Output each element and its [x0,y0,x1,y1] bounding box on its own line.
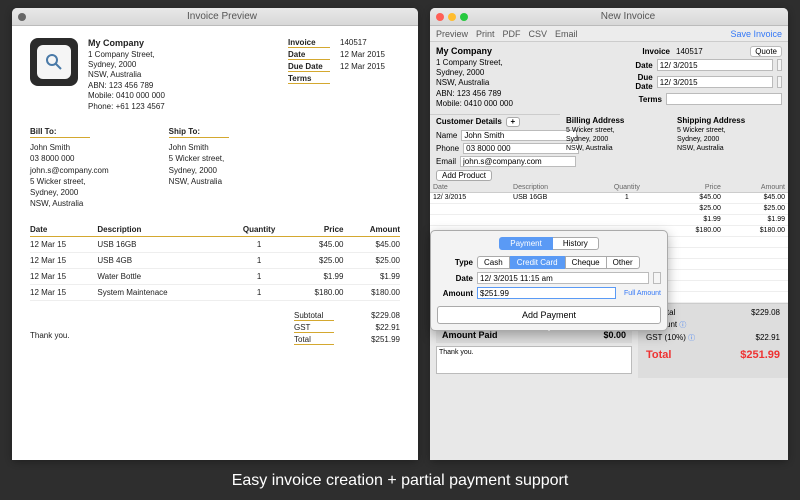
newinv-title: New Invoice [468,11,788,22]
due-stepper[interactable] [777,76,782,88]
toolbar-csv[interactable]: CSV [529,29,548,39]
full-amount-link[interactable]: Full Amount [624,290,661,297]
payment-date-input[interactable] [477,272,649,284]
company-block: My Company 1 Company Street, Sydney, 200… [88,38,165,112]
preview-totals: Subtotal$229.08 GST$22.91 Total$251.99 [294,311,400,347]
toolbar-pdf[interactable]: PDF [503,29,521,39]
type-other[interactable]: Other [607,256,640,269]
terms-input[interactable] [666,93,782,105]
toolbar-print[interactable]: Print [476,29,495,39]
info-icon[interactable]: ⓘ [688,335,695,342]
table-row[interactable]: $1.99$1.99 [430,214,788,225]
minimize-icon[interactable] [448,13,456,21]
newinv-titlebar[interactable]: New Invoice [430,8,788,26]
table-row: 12 Mar 15USB 16GB1$45.00$45.00 [30,237,400,253]
toolbar-preview[interactable]: Preview [436,29,468,39]
billing-address: Billing Address5 Wicker street,Sydney, 2… [566,116,671,168]
tab-history[interactable]: History [553,237,599,250]
customer-email-input[interactable] [460,156,576,167]
zoom-icon[interactable] [460,13,468,21]
date-input[interactable] [657,59,773,71]
table-row: 12 Mar 15System Maintenace1$180.00$180.0… [30,285,400,301]
notes-textarea[interactable]: Thank you. [436,346,632,374]
customer-details-header: Customer Details [436,117,502,126]
payment-amount-input[interactable] [477,287,616,299]
type-credit-card[interactable]: Credit Card [510,256,565,269]
invoice-preview-window: Invoice Preview My Company 1 Company Str… [12,8,418,460]
add-payment-button[interactable]: Add Payment [437,306,661,324]
info-icon[interactable]: ⓘ [679,322,686,329]
close-icon[interactable] [436,13,444,21]
bill-to: Bill To: John Smith 03 8000 000 john.s@c… [30,126,109,209]
add-customer-button[interactable]: + [506,117,520,127]
payment-popover: Payment History Type Cash Credit Card Ch… [430,230,668,331]
newinv-toolbar: Preview Print PDF CSV Email Save Invoice [430,26,788,42]
preview-content: My Company 1 Company Street, Sydney, 200… [12,26,418,460]
close-icon[interactable] [18,13,26,21]
toolbar-email[interactable]: Email [555,29,578,39]
table-row[interactable]: $25.00$25.00 [430,203,788,214]
invoice-meta: Invoice140517 Date12 Mar 2015 Due Date12… [288,38,400,112]
amount-paid-label: Amount Paid [442,330,498,340]
table-row[interactable]: 12/ 3/2015USB 16GB1$45.00$45.00 [430,192,788,203]
shipping-address: Shipping Address5 Wicker street,Sydney, … [677,116,782,168]
invoice-no: 140517 [674,47,746,56]
tab-payment[interactable]: Payment [499,237,553,250]
newinv-company: My Company 1 Company Street, Sydney, 200… [436,46,626,110]
ship-to: Ship To: John Smith 5 Wicker street, Syd… [169,126,229,209]
preview-line-items: DateDescriptionQuantityPriceAmount 12 Ma… [30,223,400,301]
type-cash[interactable]: Cash [477,256,510,269]
save-invoice-button[interactable]: Save Invoice [730,29,782,39]
payment-date-stepper[interactable] [653,272,661,284]
preview-titlebar[interactable]: Invoice Preview [12,8,418,26]
tagline: Easy invoice creation + partial payment … [0,472,800,490]
thank-you: Thank you. [30,331,70,347]
type-cheque[interactable]: Cheque [565,256,607,269]
date-stepper[interactable] [777,59,782,71]
add-product-button[interactable]: Add Product [436,170,492,181]
table-row: 12 Mar 15Water Bottle1$1.99$1.99 [30,269,400,285]
preview-title: Invoice Preview [26,11,418,22]
table-row: 12 Mar 15USB 4GB1$25.00$25.00 [30,253,400,269]
company-logo [30,38,78,86]
due-date-input[interactable] [657,76,773,88]
quote-button[interactable]: Quote [750,46,782,57]
amount-paid-value: $0.00 [603,330,626,340]
